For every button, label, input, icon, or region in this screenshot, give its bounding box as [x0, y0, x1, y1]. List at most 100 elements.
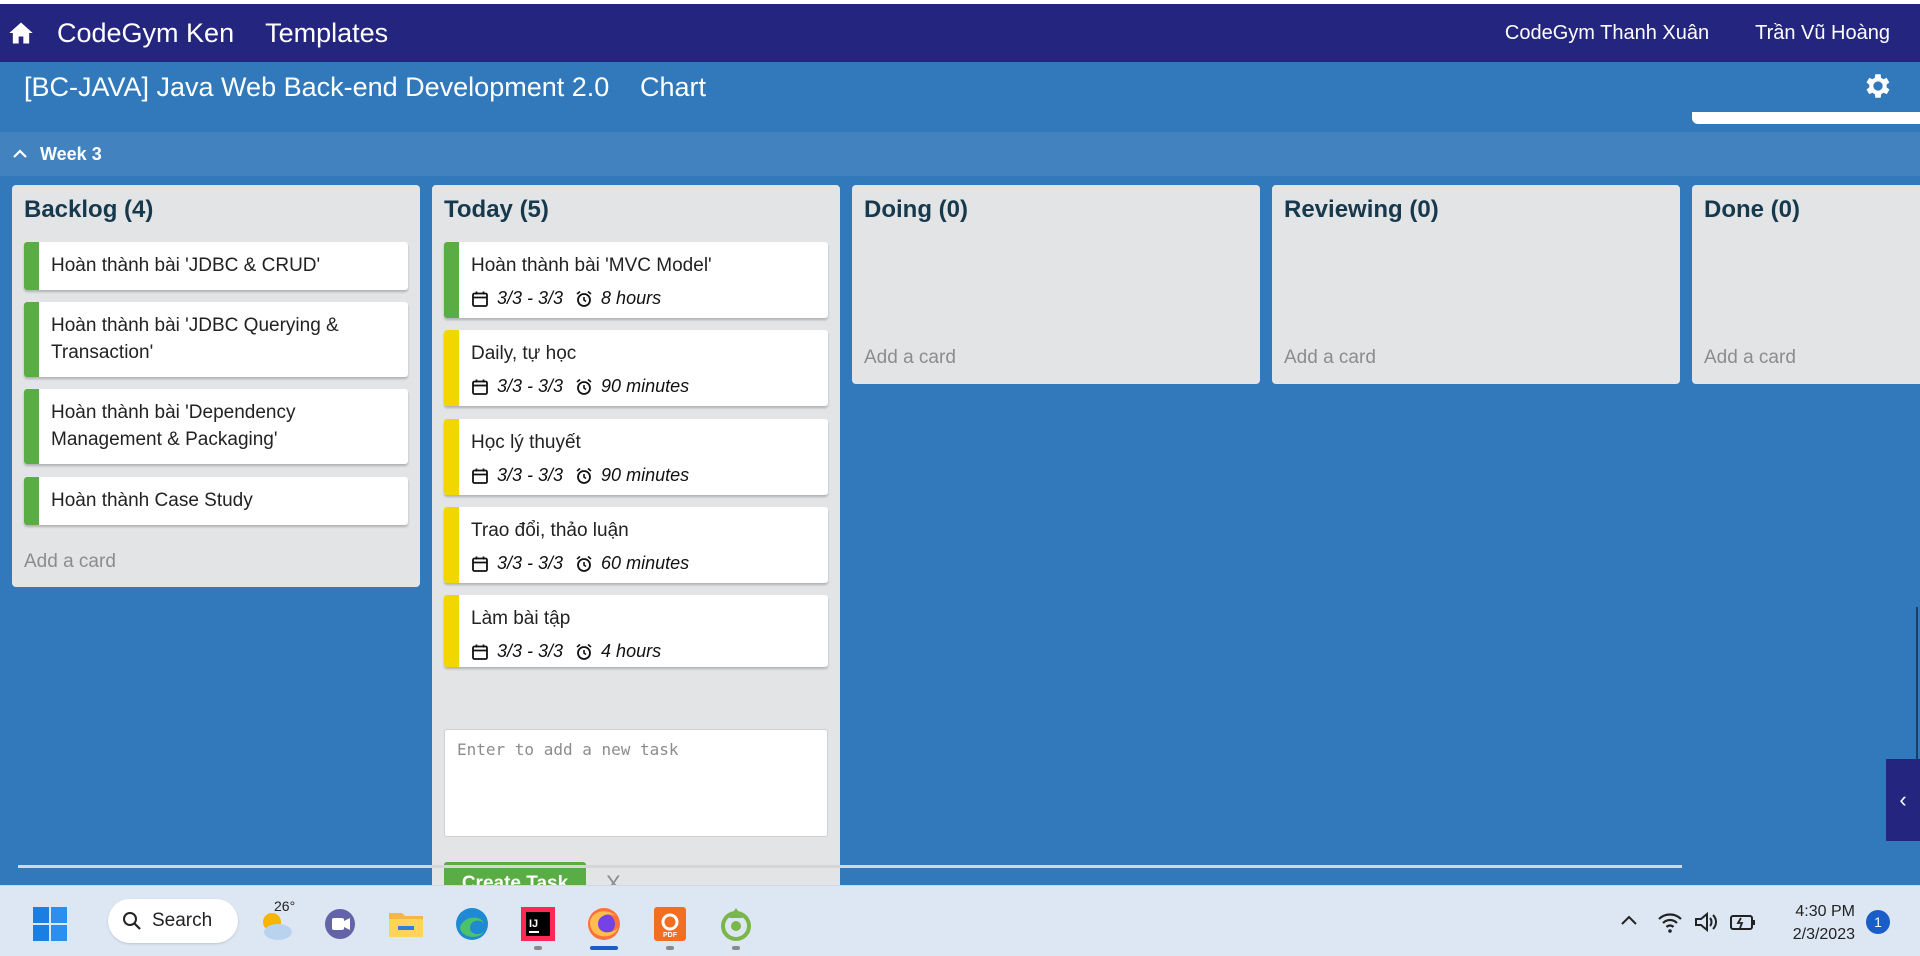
calendar-icon	[472, 556, 488, 572]
card-duration: 60 minutes	[601, 553, 690, 573]
svg-text:IJ: IJ	[529, 918, 538, 930]
list-title: Reviewing (0)	[1284, 196, 1439, 223]
taskbar-search[interactable]: Search	[108, 899, 238, 943]
label-bar	[24, 389, 39, 464]
home-icon[interactable]	[7, 18, 37, 48]
battery-icon[interactable]	[1728, 908, 1758, 936]
app-running-indicator	[732, 946, 740, 950]
search-icon	[123, 912, 141, 930]
taskbar: Search 26° IJ PDF 4:30 PM 2/3/2023 1	[0, 885, 1920, 956]
card-title: Hoàn thành bài 'JDBC & CRUD'	[51, 255, 321, 276]
card[interactable]: Hoàn thành bài 'Dependency Management & …	[24, 389, 408, 464]
notification-badge[interactable]: 1	[1866, 910, 1890, 934]
card[interactable]: Làm bài tập 3/3 - 3/3 4 hours	[444, 595, 828, 667]
app-running-indicator	[534, 946, 542, 950]
org-link[interactable]: CodeGym Thanh Xuân	[1505, 22, 1709, 45]
label-bar	[444, 242, 459, 318]
card[interactable]: Trao đổi, thảo luận 3/3 - 3/3 60 minutes	[444, 507, 828, 583]
svg-text:PDF: PDF	[663, 932, 678, 939]
calendar-icon	[472, 468, 488, 484]
card[interactable]: Daily, tự học 3/3 - 3/3 90 minutes	[444, 330, 828, 406]
user-menu[interactable]: Trần Vũ Hoàng	[1755, 22, 1890, 45]
card-dates: 3/3 - 3/3	[497, 641, 564, 661]
card[interactable]: Hoàn thành bài 'MVC Model' 3/3 - 3/3 8 h…	[444, 242, 828, 318]
wifi-icon[interactable]	[1656, 908, 1684, 936]
card-title: Hoàn thành bài 'Dependency Management & …	[51, 402, 296, 450]
card-dates: 3/3 - 3/3	[497, 465, 564, 485]
alarm-clock-icon	[576, 378, 592, 395]
top-navbar: CodeGym Ken Templates CodeGym Thanh Xuân…	[0, 4, 1920, 62]
card-title: Daily, tự học	[471, 343, 577, 364]
clock-time: 4:30 PM	[1795, 903, 1855, 920]
brand-link[interactable]: CodeGym Ken	[57, 18, 234, 49]
card-title: Hoàn thành Case Study	[51, 490, 253, 511]
app-active-indicator	[590, 946, 618, 950]
chevron-up-icon[interactable]	[12, 145, 30, 163]
list-done: Done (0) Add a card	[1692, 185, 1920, 384]
app-running-indicator	[666, 946, 674, 950]
board-title[interactable]: [BC-JAVA] Java Web Back-end Development …	[24, 72, 609, 103]
card-duration: 8 hours	[601, 288, 662, 308]
list-doing: Doing (0) Add a card	[852, 185, 1260, 384]
gear-icon[interactable]	[1862, 70, 1894, 102]
search-label: Search	[152, 910, 213, 931]
label-bar	[24, 477, 39, 525]
windows-start-icon[interactable]	[30, 904, 70, 944]
list-title: Doing (0)	[864, 196, 968, 223]
add-card-link[interactable]: Add a card	[1704, 347, 1796, 369]
alarm-clock-icon	[576, 467, 592, 484]
alarm-clock-icon	[576, 555, 592, 572]
card-duration: 90 minutes	[601, 376, 690, 396]
foxit-pdf-icon[interactable]: PDF	[650, 904, 690, 944]
horizontal-scrollbar[interactable]	[18, 865, 1682, 868]
sidebar-toggle-button[interactable]: ‹	[1886, 759, 1920, 841]
label-bar	[444, 330, 459, 406]
label-bar	[444, 419, 459, 495]
list-title: Backlog (4)	[24, 196, 154, 223]
teams-chat-icon[interactable]	[320, 904, 360, 944]
board-header: [BC-JAVA] Java Web Back-end Development …	[0, 62, 1920, 132]
card-duration: 4 hours	[601, 641, 662, 661]
add-card-link[interactable]: Add a card	[1284, 347, 1376, 369]
list-title: Today (5)	[444, 196, 549, 223]
card-dates: 3/3 - 3/3	[497, 288, 564, 308]
card[interactable]: Hoàn thành bài 'JDBC Querying & Transact…	[24, 302, 408, 377]
new-task-input[interactable]	[444, 729, 828, 837]
add-card-link[interactable]: Add a card	[24, 551, 116, 573]
weather-temp: 26°	[274, 898, 296, 914]
list-backlog: Backlog (4) Hoàn thành bài 'JDBC & CRUD'…	[12, 185, 420, 587]
board: [BC-JAVA] Java Web Back-end Development …	[0, 62, 1920, 923]
label-bar	[24, 302, 39, 377]
chart-link[interactable]: Chart	[640, 72, 706, 103]
calendar-icon	[472, 644, 488, 660]
card[interactable]: Hoàn thành Case Study	[24, 477, 408, 525]
alarm-clock-icon	[576, 290, 592, 307]
header-strip	[1692, 112, 1920, 124]
templates-link[interactable]: Templates	[265, 18, 388, 49]
week-header[interactable]: Week 3	[0, 132, 1920, 176]
week-label: Week 3	[40, 143, 102, 164]
add-card-link[interactable]: Add a card	[864, 347, 956, 369]
list-reviewing: Reviewing (0) Add a card	[1272, 185, 1680, 384]
file-explorer-icon[interactable]	[386, 904, 426, 944]
list-today: Today (5) Hoàn thành bài 'MVC Model' 3/3…	[432, 185, 840, 923]
card-title: Hoàn thành bài 'JDBC Querying & Transact…	[51, 315, 339, 363]
volume-icon[interactable]	[1692, 908, 1720, 936]
system-clock[interactable]: 4:30 PM 2/3/2023	[1760, 900, 1855, 946]
calendar-icon	[472, 291, 488, 307]
firefox-icon[interactable]	[584, 904, 624, 944]
chevron-up-icon[interactable]	[1616, 908, 1642, 934]
card-dates: 3/3 - 3/3	[497, 553, 564, 573]
edge-icon[interactable]	[452, 904, 492, 944]
calendar-icon	[472, 379, 488, 395]
greenshot-icon[interactable]	[716, 904, 756, 944]
alarm-clock-icon	[576, 643, 592, 660]
card-title: Trao đổi, thảo luận	[471, 520, 629, 541]
clock-date: 2/3/2023	[1792, 926, 1855, 943]
card[interactable]: Học lý thuyết 3/3 - 3/3 90 minutes	[444, 419, 828, 495]
intellij-icon[interactable]: IJ	[518, 904, 558, 944]
card[interactable]: Hoàn thành bài 'JDBC & CRUD'	[24, 242, 408, 290]
card-title: Hoàn thành bài 'MVC Model'	[471, 255, 712, 276]
card-duration: 90 minutes	[601, 465, 690, 485]
list-title: Done (0)	[1704, 196, 1800, 223]
